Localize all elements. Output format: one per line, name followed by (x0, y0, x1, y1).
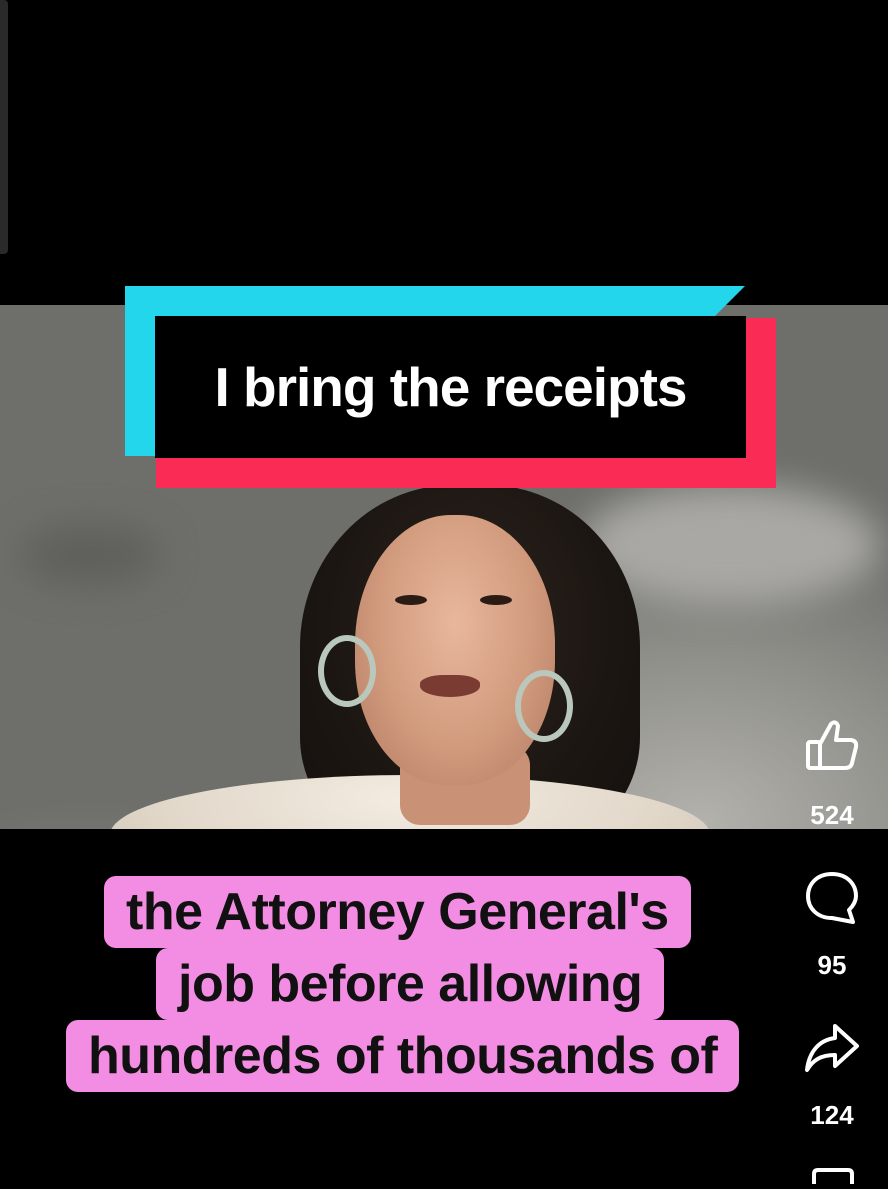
title-text: I bring the receipts (214, 356, 687, 418)
comment-bubble-icon[interactable] (803, 870, 861, 931)
like-count: 524 (810, 800, 854, 830)
share-arrow-icon[interactable] (803, 1020, 861, 1079)
caption-line-2: job before allowing (156, 948, 665, 1020)
title-banner: I bring the receipts (155, 316, 746, 458)
caption-line-1: the Attorney General's (104, 876, 691, 948)
share-count: 124 (810, 1100, 854, 1130)
save-icon[interactable] (810, 1168, 856, 1189)
thumbs-up-icon[interactable] (803, 716, 861, 779)
comment-count: 95 (817, 950, 847, 980)
caption-line-3: hundreds of thousands of (66, 1020, 740, 1092)
scroll-indicator[interactable] (0, 0, 8, 254)
